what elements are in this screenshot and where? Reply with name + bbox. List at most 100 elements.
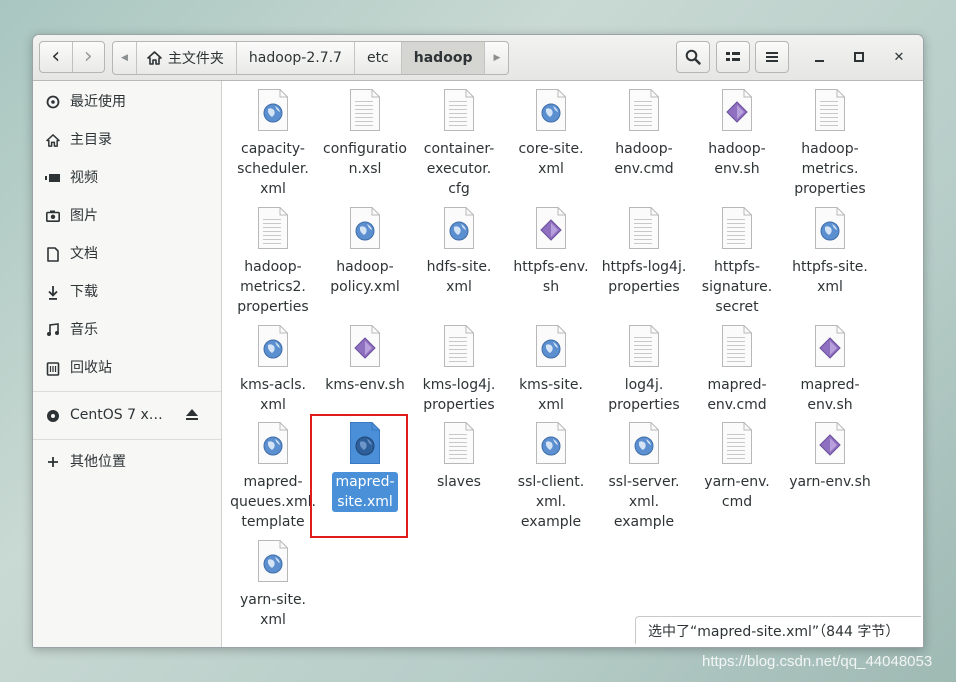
text-file-icon (813, 88, 847, 132)
file-item[interactable]: hadoop-policy.xml (319, 206, 411, 297)
file-item[interactable]: yarn-site. xml (227, 539, 319, 630)
sidebar-item-downloads[interactable]: 下载 (33, 273, 221, 309)
eject-icon[interactable] (184, 406, 200, 422)
sidebar-item-videos[interactable]: 视频 (33, 159, 221, 195)
sidebar-item-label: 最近使用 (70, 94, 126, 110)
file-item[interactable]: slaves (413, 421, 505, 492)
forward-button[interactable]: › (71, 42, 105, 72)
file-name-line: ssl-server. (608, 474, 680, 490)
path-scroll-left-button[interactable]: ◀ (113, 42, 136, 74)
sidebar-item-other-locations[interactable]: 其他位置 (33, 443, 221, 479)
sidebar-item-centos-disc[interactable]: CentOS 7 x… (33, 397, 221, 433)
text-file-icon (256, 206, 290, 250)
file-name-line: xml (446, 279, 472, 295)
file-item[interactable]: httpfs-signature. secret (691, 206, 783, 317)
path-segment-label: etc (366, 50, 389, 66)
file-item[interactable]: configuratio n.xsl (319, 88, 411, 179)
file-name-label: kms-acls. xml (227, 375, 319, 415)
file-name-label: httpfs-env. sh (505, 257, 597, 297)
file-name-label: ssl-server. xml. example (598, 472, 690, 532)
file-item[interactable]: yarn-env. cmd (691, 421, 783, 512)
back-button[interactable]: ‹ (40, 42, 72, 72)
path-segment-hadoop[interactable]: hadoop (400, 42, 485, 74)
file-item[interactable]: core-site. xml (505, 88, 597, 179)
hamburger-menu-icon (766, 52, 778, 62)
trash-icon (45, 360, 61, 376)
sidebar-item-pictures[interactable]: 图片 (33, 197, 221, 233)
file-item[interactable]: kms-log4j. properties (413, 324, 505, 415)
file-item[interactable]: httpfs-log4j. properties (598, 206, 690, 297)
file-item[interactable]: mapred-env.sh (784, 324, 876, 415)
file-item[interactable]: yarn-env.sh (784, 421, 876, 492)
file-item[interactable]: log4j. properties (598, 324, 690, 415)
xml-file-icon (256, 539, 290, 583)
path-segment-etc[interactable]: etc (353, 42, 401, 74)
file-name-line: properties (237, 299, 309, 315)
sidebar-item-label: 主目录 (70, 132, 112, 148)
minimize-button[interactable] (806, 45, 832, 69)
file-name-line: properties (794, 181, 866, 197)
maximize-button[interactable] (846, 45, 872, 69)
sidebar-item-music[interactable]: 音乐 (33, 311, 221, 347)
xml-file-icon (534, 324, 568, 368)
file-name-line: xml (538, 161, 564, 177)
file-name-label: ssl-client. xml. example (505, 472, 597, 532)
view-mode-button[interactable] (716, 41, 750, 73)
file-item[interactable]: httpfs-env. sh (505, 206, 597, 297)
script-file-icon (813, 421, 847, 465)
text-file-icon (627, 88, 661, 132)
file-item[interactable]: kms-acls. xml (227, 324, 319, 415)
file-item[interactable]: kms-env.sh (319, 324, 411, 395)
path-segment-home[interactable]: 主文件夹 (135, 42, 236, 74)
file-item[interactable]: capacity-scheduler. xml (227, 88, 319, 199)
xml-file-icon (813, 206, 847, 250)
file-name-label: capacity-scheduler. xml (227, 139, 319, 199)
menu-button[interactable] (755, 41, 789, 73)
path-scroll-right-button[interactable]: ▶ (484, 42, 508, 74)
file-name-label: container-executor. cfg (413, 139, 505, 199)
file-item[interactable]: container-executor. cfg (413, 88, 505, 199)
file-name-line: template (241, 514, 305, 530)
file-item[interactable]: kms-site. xml (505, 324, 597, 415)
file-item[interactable]: ssl-client. xml. example (505, 421, 597, 532)
file-name-line: yarn-env.sh (789, 474, 871, 490)
home-icon (147, 51, 162, 65)
sidebar-item-trash[interactable]: 回收站 (33, 349, 221, 385)
file-item[interactable]: mapred-env.cmd (691, 324, 783, 415)
file-item[interactable]: hadoop-env.cmd (598, 88, 690, 179)
sidebar-item-documents[interactable]: 文档 (33, 235, 221, 271)
file-name-label: kms-env.sh (319, 375, 411, 395)
file-name-label: yarn-site. xml (227, 590, 319, 630)
xml-file-icon (348, 206, 382, 250)
file-name-line: httpfs-log4j. (601, 259, 687, 275)
file-name-line: container- (423, 141, 495, 157)
xml-file-icon (256, 88, 290, 132)
file-name-line: scheduler. (237, 161, 309, 177)
sidebar-item-label: 音乐 (70, 322, 98, 338)
file-item[interactable]: mapred-queues.xml. template (227, 421, 319, 532)
file-name-label: httpfs-site. xml (784, 257, 876, 297)
file-item[interactable]: hadoop-metrics2. properties (227, 206, 319, 317)
file-item[interactable]: hadoop-env.sh (691, 88, 783, 179)
path-segment-label: hadoop (413, 50, 473, 66)
file-name-line: xml (260, 612, 286, 628)
file-name-label: hadoop-metrics2. properties (227, 257, 319, 317)
file-item[interactable]: httpfs-site. xml (784, 206, 876, 297)
path-segment-hadoop-2-7-7[interactable]: hadoop-2.7.7 (235, 42, 354, 74)
file-name-label: hadoop-policy.xml (319, 257, 411, 297)
file-name-line: properties (423, 397, 495, 413)
sidebar-item-label: 视频 (70, 170, 98, 186)
sidebar-item-label: 下载 (70, 284, 98, 300)
file-item[interactable]: hdfs-site. xml (413, 206, 505, 297)
file-item[interactable]: ssl-server. xml. example (598, 421, 690, 532)
sidebar-item-recent[interactable]: 最近使用 (33, 83, 221, 119)
sidebar-item-home[interactable]: 主目录 (33, 121, 221, 157)
script-file-icon (720, 88, 754, 132)
file-name-label: httpfs-signature. secret (691, 257, 783, 317)
close-button[interactable]: ✕ (886, 45, 912, 69)
triangle-left-icon: ◀ (121, 53, 128, 63)
camera-icon (45, 208, 61, 224)
text-file-icon (720, 324, 754, 368)
search-button[interactable] (676, 41, 710, 73)
file-item[interactable]: hadoop-metrics. properties (784, 88, 876, 199)
